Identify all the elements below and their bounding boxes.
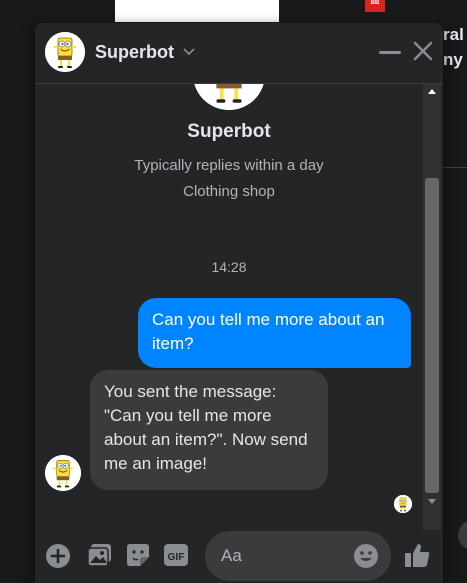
background-text-line-1: ral — [443, 25, 464, 44]
bot-message-avatar[interactable] — [45, 455, 81, 491]
scroll-down-arrow-icon[interactable] — [428, 499, 436, 505]
minimize-icon[interactable] — [379, 51, 401, 54]
chat-header[interactable]: Superbot — [35, 23, 443, 84]
image-icon[interactable] — [87, 542, 113, 568]
chat-header-avatar[interactable] — [45, 32, 85, 72]
message-timestamp: 14:28 — [211, 259, 247, 275]
scrollbar-thumb[interactable] — [425, 178, 439, 493]
emoji-icon[interactable] — [353, 543, 379, 569]
sent-message-bubble[interactable]: Can you tell me more about an item? — [138, 298, 411, 368]
scroll-up-arrow-icon[interactable] — [428, 88, 436, 94]
profile-name: Superbot — [187, 121, 271, 142]
close-icon[interactable] — [412, 40, 434, 62]
profile-reply-time: Typically replies within a day — [134, 157, 324, 174]
seen-indicator-avatar — [394, 495, 412, 513]
add-icon[interactable] — [45, 543, 71, 569]
svg-text:GIF: GIF — [168, 552, 185, 563]
background-post-image: BB — [115, 0, 385, 22]
background-text-line-2: ny — [443, 50, 463, 69]
like-icon[interactable] — [403, 541, 431, 569]
background-avatar — [458, 520, 467, 550]
message-composer: GIF Aa — [35, 531, 443, 583]
gif-icon[interactable]: GIF — [163, 542, 189, 568]
profile-avatar[interactable] — [193, 84, 265, 110]
message-list[interactable]: Superbot Typically replies within a day … — [35, 84, 443, 530]
background-logo: BB — [365, 0, 385, 12]
received-message-bubble[interactable]: You sent the message: "Can you tell me m… — [90, 370, 328, 490]
chat-title[interactable]: Superbot — [95, 42, 174, 63]
profile-category: Clothing shop — [183, 183, 275, 200]
chevron-down-icon[interactable] — [183, 47, 195, 57]
sticker-icon[interactable] — [125, 542, 151, 568]
chat-window: Superbot Superbot Typically replies with… — [35, 23, 443, 583]
background-divider — [443, 167, 467, 168]
